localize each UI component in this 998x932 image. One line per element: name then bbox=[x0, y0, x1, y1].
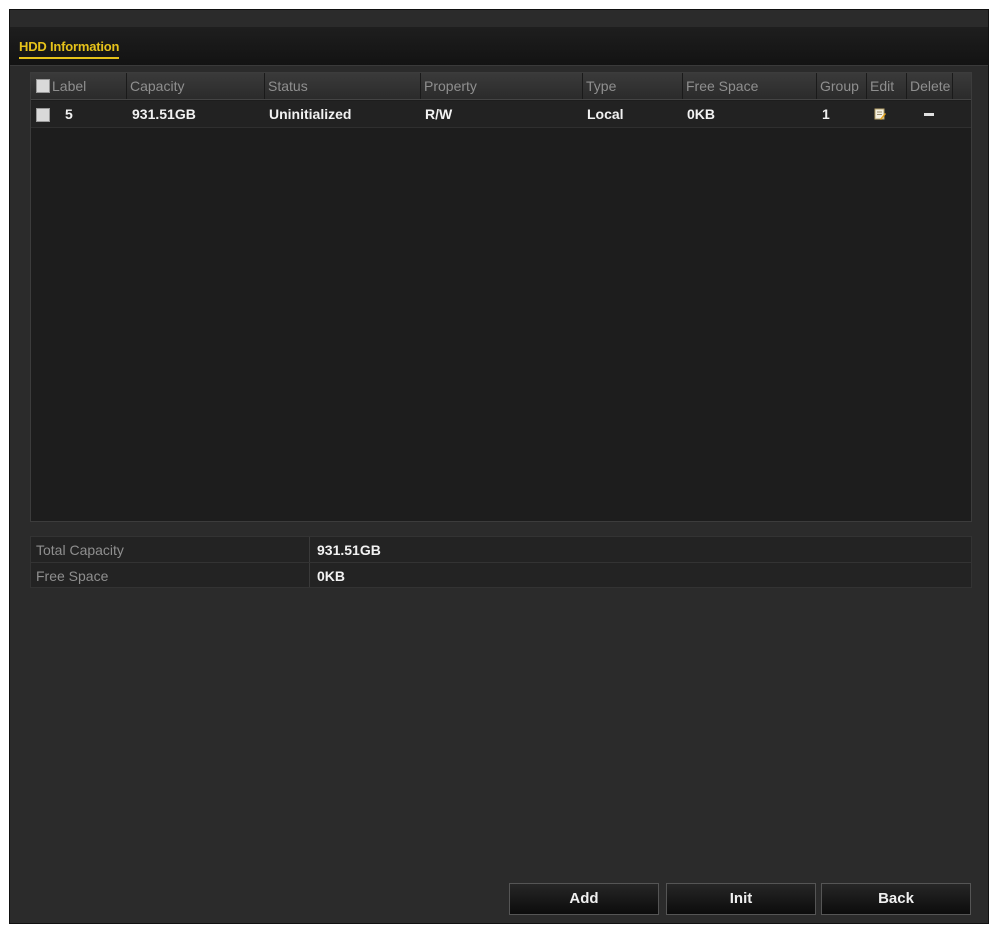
free-space-value: 0KB bbox=[317, 568, 346, 584]
edit-icon[interactable] bbox=[874, 108, 886, 120]
cell-property: R/W bbox=[425, 106, 453, 122]
column-header-property[interactable]: Property bbox=[421, 73, 583, 99]
column-header-capacity[interactable]: Capacity bbox=[127, 73, 265, 99]
add-button[interactable]: Add bbox=[509, 883, 659, 915]
total-capacity-value: 931.51GB bbox=[317, 542, 381, 558]
divider bbox=[309, 537, 310, 562]
cell-group: 1 bbox=[822, 106, 830, 122]
total-capacity-label: Total Capacity bbox=[36, 542, 124, 558]
hdd-table: Label Capacity Status Property Type Free… bbox=[30, 72, 972, 522]
column-label-text: Label bbox=[52, 78, 87, 94]
table-row[interactable]: 5 931.51GB Uninitialized R/W Local 0KB 1 bbox=[31, 101, 971, 128]
capacity-summary: Total Capacity 931.51GB Free Space 0KB bbox=[30, 536, 972, 588]
init-button[interactable]: Init bbox=[666, 883, 816, 915]
cell-capacity: 931.51GB bbox=[132, 106, 196, 122]
column-header-status[interactable]: Status bbox=[265, 73, 421, 99]
column-header-type[interactable]: Type bbox=[583, 73, 683, 99]
hdd-information-window: HDD Information Label Capacity Status Pr… bbox=[9, 9, 989, 924]
column-header-free-space[interactable]: Free Space bbox=[683, 73, 817, 99]
column-header-label[interactable]: Label bbox=[31, 73, 127, 99]
tab-hdd-information[interactable]: HDD Information bbox=[19, 39, 119, 59]
cell-status: Uninitialized bbox=[269, 106, 352, 122]
cell-type: Local bbox=[587, 106, 624, 122]
column-header-delete[interactable]: Delete bbox=[907, 73, 953, 99]
divider bbox=[309, 563, 310, 587]
delete-icon[interactable] bbox=[924, 113, 934, 116]
column-header-group[interactable]: Group bbox=[817, 73, 867, 99]
cell-free-space: 0KB bbox=[687, 106, 716, 122]
free-space-row: Free Space 0KB bbox=[30, 562, 972, 588]
total-capacity-row: Total Capacity 931.51GB bbox=[30, 536, 972, 562]
back-button[interactable]: Back bbox=[821, 883, 971, 915]
select-all-checkbox[interactable] bbox=[36, 79, 50, 93]
row-checkbox[interactable] bbox=[36, 108, 50, 122]
table-header: Label Capacity Status Property Type Free… bbox=[31, 73, 971, 100]
free-space-label: Free Space bbox=[36, 568, 109, 584]
cell-label: 5 bbox=[65, 106, 73, 122]
title-bar: HDD Information bbox=[10, 27, 988, 66]
column-header-edit[interactable]: Edit bbox=[867, 73, 907, 99]
